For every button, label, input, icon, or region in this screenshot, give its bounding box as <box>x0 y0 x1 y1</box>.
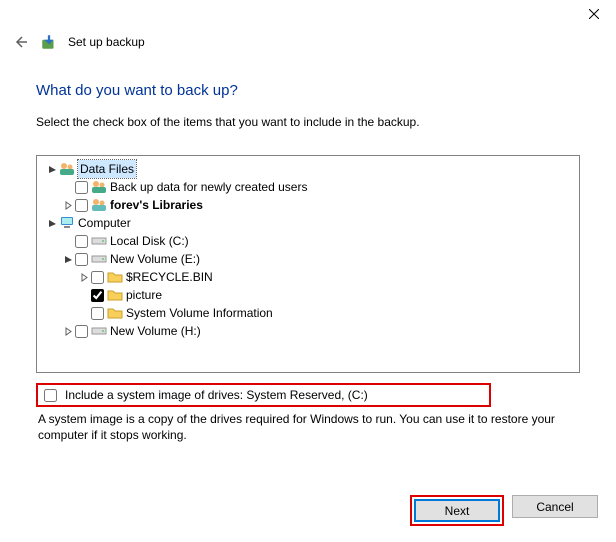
checkbox[interactable] <box>75 325 88 338</box>
backup-icon <box>40 33 58 51</box>
tree-node-sysvol[interactable]: System Volume Information <box>39 304 577 322</box>
tree-node-vol-e[interactable]: New Volume (E:) <box>39 250 577 268</box>
tree-node-picture[interactable]: picture <box>39 286 577 304</box>
node-label: picture <box>126 286 162 304</box>
tree-node-libraries[interactable]: forev's Libraries <box>39 196 577 214</box>
expander-open-icon[interactable] <box>61 252 75 266</box>
expander-open-icon[interactable] <box>45 216 59 230</box>
tree-node-vol-h[interactable]: New Volume (H:) <box>39 322 577 340</box>
checkbox[interactable] <box>91 289 104 302</box>
tree-node-computer[interactable]: Computer <box>39 214 577 232</box>
instruction-text: Select the check box of the items that y… <box>36 115 580 129</box>
checkbox[interactable] <box>75 181 88 194</box>
tree-node-recycle[interactable]: $RECYCLE.BIN <box>39 268 577 286</box>
people-icon <box>91 179 107 195</box>
page-heading: What do you want to back up? <box>36 82 580 99</box>
folder-icon <box>107 305 123 321</box>
checkbox[interactable] <box>75 253 88 266</box>
system-image-desc: A system image is a copy of the drives r… <box>36 411 580 443</box>
computer-icon <box>59 215 75 231</box>
checkbox[interactable] <box>91 307 104 320</box>
drive-icon <box>91 233 107 249</box>
people-icon <box>91 197 107 213</box>
node-label: New Volume (H:) <box>110 322 201 340</box>
content-area: What do you want to back up? Select the … <box>0 60 616 443</box>
node-label: Local Disk (C:) <box>110 232 189 250</box>
drive-icon <box>91 323 107 339</box>
back-button[interactable] <box>10 32 30 52</box>
expander-closed-icon[interactable] <box>77 270 91 284</box>
folder-icon <box>107 269 123 285</box>
titlebar <box>0 0 616 30</box>
checkbox[interactable] <box>91 271 104 284</box>
system-image-checkbox[interactable] <box>44 389 57 402</box>
backup-tree: Data Files Back up data for newly create… <box>36 155 580 373</box>
expander-open-icon[interactable] <box>45 162 59 176</box>
footer-buttons: Next Cancel <box>410 495 598 526</box>
system-image-label: Include a system image of drives: System… <box>65 388 368 402</box>
window-title: Set up backup <box>68 35 145 49</box>
header-row: Set up backup <box>0 30 616 60</box>
folder-icon <box>107 287 123 303</box>
cancel-button[interactable]: Cancel <box>512 495 598 518</box>
next-button[interactable]: Next <box>414 499 500 522</box>
node-label: Data Files <box>78 160 136 178</box>
close-button[interactable] <box>571 0 616 28</box>
checkbox[interactable] <box>75 235 88 248</box>
tree-node-new-users[interactable]: Back up data for newly created users <box>39 178 577 196</box>
node-label: System Volume Information <box>126 304 273 322</box>
node-label: forev's Libraries <box>110 196 203 214</box>
expander-closed-icon[interactable] <box>61 198 75 212</box>
node-label: Computer <box>78 214 131 232</box>
checkbox[interactable] <box>75 199 88 212</box>
node-label: $RECYCLE.BIN <box>126 268 213 286</box>
people-icon <box>59 161 75 177</box>
expander-closed-icon[interactable] <box>61 324 75 338</box>
node-label: Back up data for newly created users <box>110 178 307 196</box>
system-image-row[interactable]: Include a system image of drives: System… <box>36 383 491 407</box>
tree-node-data-files[interactable]: Data Files <box>39 160 577 178</box>
tree-node-local-c[interactable]: Local Disk (C:) <box>39 232 577 250</box>
drive-icon <box>91 251 107 267</box>
next-highlight: Next <box>410 495 504 526</box>
node-label: New Volume (E:) <box>110 250 200 268</box>
